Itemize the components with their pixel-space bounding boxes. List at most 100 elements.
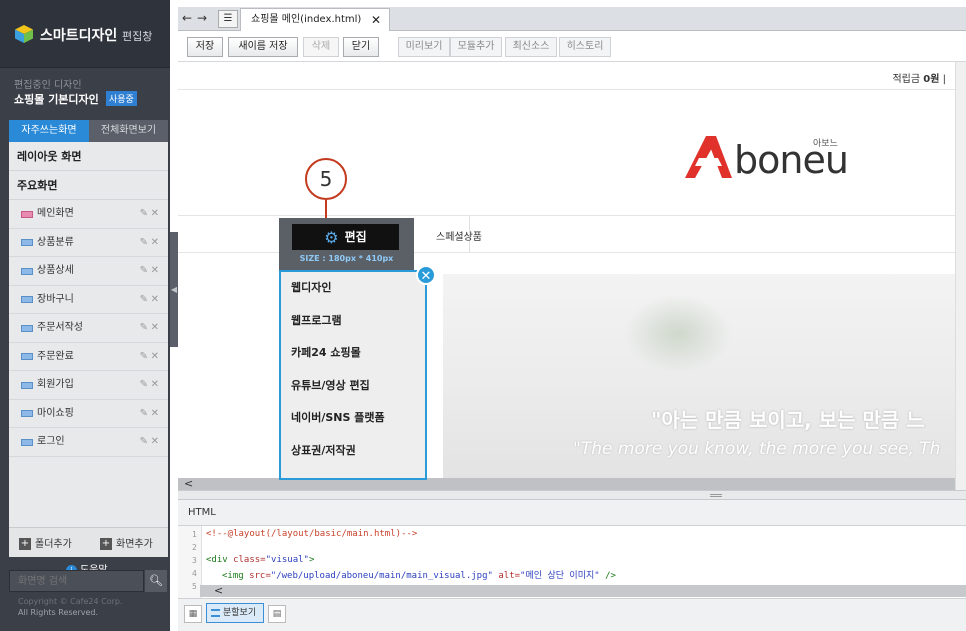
banner-quote-english: "The more you know, the more you see, Th bbox=[573, 439, 941, 459]
delete-icon[interactable]: ✕ bbox=[151, 314, 159, 342]
delete-icon[interactable]: ✕ bbox=[151, 400, 159, 428]
line-number: 2 bbox=[192, 543, 197, 552]
tab-all-pages[interactable]: 전체화면보기 bbox=[89, 120, 168, 142]
page-list: 레이아웃 화면 주요화면 메인화면 ✎ ✕ 상품분류 ✎ ✕ 상품상세 ✎ ✕ 장바구… bbox=[9, 142, 168, 527]
add-page-label: 화면추가 bbox=[116, 539, 153, 550]
page-item[interactable]: 마이쇼핑 ✎ ✕ bbox=[9, 400, 168, 428]
in-use-badge: 사용중 bbox=[106, 91, 137, 106]
page-icon bbox=[21, 438, 33, 446]
code-panel-header: HTML bbox=[178, 500, 966, 526]
add-module-button[interactable]: 모듈추가 bbox=[450, 37, 502, 57]
line-number-gutter: 1 2 3 4 5 bbox=[178, 526, 202, 598]
panel-splitter[interactable] bbox=[178, 490, 966, 500]
page-item[interactable]: 주문서작성 ✎ ✕ bbox=[9, 314, 168, 343]
code-token: <img bbox=[222, 571, 250, 581]
delete-button[interactable]: 삭제 bbox=[303, 37, 339, 57]
close-icon[interactable]: ✕ bbox=[416, 265, 436, 285]
page-item-label: 메인화면 bbox=[37, 208, 74, 219]
search-icon[interactable]: 🔍︎ bbox=[145, 570, 167, 592]
main-visual-banner[interactable]: "아는 만큼 보이고, 보는 만큼 느 "The more you know, … bbox=[443, 274, 966, 490]
view-mode-bar: ▦ 분할보기 ▤ bbox=[178, 598, 966, 631]
split-view-label: 분할보기 bbox=[223, 608, 257, 618]
sidebar-collapse-handle[interactable]: ◀ bbox=[170, 232, 178, 347]
code-line: <!--@layout(/layout/basic/main.html)--> bbox=[206, 529, 418, 539]
design-name: 쇼핑몰 기본디자인 bbox=[14, 93, 99, 106]
page-item-label: 마이쇼핑 bbox=[37, 407, 74, 419]
save-as-button[interactable]: 새이름 저장 bbox=[228, 37, 298, 57]
section-main[interactable]: 주요화면 bbox=[9, 171, 168, 200]
pencil-icon[interactable]: ✎ bbox=[140, 343, 148, 371]
add-page-button[interactable]: + 화면추가 bbox=[100, 535, 153, 550]
brand-logo-icon[interactable] bbox=[682, 136, 732, 178]
delete-icon[interactable]: ✕ bbox=[151, 257, 159, 285]
history-button[interactable]: 히스토리 bbox=[559, 37, 611, 57]
delete-icon[interactable]: ✕ bbox=[151, 371, 159, 399]
pencil-icon[interactable]: ✎ bbox=[140, 229, 148, 257]
pencil-icon[interactable]: ✎ bbox=[140, 314, 148, 342]
section-layout[interactable]: 레이아웃 화면 bbox=[9, 142, 168, 171]
pencil-icon[interactable]: ✎ bbox=[140, 400, 148, 428]
page-search-input[interactable] bbox=[9, 570, 144, 592]
preview-vertical-scrollbar[interactable] bbox=[955, 62, 966, 490]
page-item[interactable]: 회원가입 ✎ ✕ bbox=[9, 371, 168, 400]
page-item-label: 회원가입 bbox=[37, 379, 74, 390]
copyright-line: Copyright © Cafe24 Corp. bbox=[18, 597, 123, 606]
arrow-left-icon[interactable]: ← bbox=[182, 11, 192, 25]
split-view-button[interactable]: 분할보기 bbox=[206, 603, 264, 623]
list-icon[interactable]: ☰ bbox=[218, 10, 238, 28]
category-menu-item[interactable]: 유튜브/영상 편집 bbox=[281, 370, 425, 403]
category-menu-item[interactable]: 웹디자인 bbox=[281, 272, 425, 305]
category-menu-item[interactable]: 상표권/저작권 bbox=[281, 435, 425, 468]
pencil-icon[interactable]: ✎ bbox=[140, 428, 148, 456]
copyright: Copyright © Cafe24 Corp. All Rights Rese… bbox=[18, 596, 123, 618]
delete-icon[interactable]: ✕ bbox=[151, 428, 159, 456]
gear-icon: ⚙ bbox=[324, 227, 339, 247]
delete-icon[interactable]: ✕ bbox=[151, 343, 159, 371]
cube-icon bbox=[15, 25, 33, 43]
points-label: 적립금 bbox=[892, 74, 921, 85]
pencil-icon[interactable]: ✎ bbox=[140, 286, 148, 314]
page-item[interactable]: 메인화면 ✎ ✕ bbox=[9, 200, 168, 229]
delete-icon[interactable]: ✕ bbox=[151, 229, 159, 257]
category-menu: 웹디자인 웹프로그램 카페24 쇼핑몰 유튜브/영상 편집 네이버/SNS 플랫… bbox=[279, 270, 427, 480]
plus-icon: + bbox=[19, 538, 31, 550]
code-token: "메인 상단 이미지" bbox=[520, 571, 600, 581]
arrow-right-icon[interactable]: → bbox=[197, 11, 207, 25]
grip-icon bbox=[710, 494, 722, 497]
preview-button[interactable]: 미리보기 bbox=[398, 37, 450, 57]
tab-frequent-pages[interactable]: 자주쓰는화면 bbox=[9, 120, 89, 142]
page-item[interactable]: 로그인 ✎ ✕ bbox=[9, 428, 168, 457]
save-button[interactable]: 저장 bbox=[187, 37, 223, 57]
document-tab[interactable]: 쇼핑몰 메인(index.html) ✕ bbox=[240, 8, 390, 31]
code-panel-title: HTML bbox=[188, 507, 216, 518]
pencil-icon[interactable]: ✎ bbox=[140, 371, 148, 399]
page-icon bbox=[21, 381, 33, 389]
delete-icon[interactable]: ✕ bbox=[151, 200, 159, 228]
category-menu-item[interactable]: 네이버/SNS 플랫폼 bbox=[281, 402, 425, 435]
scroll-left-icon[interactable]: < bbox=[214, 584, 223, 597]
close-button[interactable]: 닫기 bbox=[343, 37, 379, 57]
code-horizontal-scrollbar[interactable] bbox=[200, 585, 966, 597]
page-item[interactable]: 주문완료 ✎ ✕ bbox=[9, 343, 168, 371]
close-icon[interactable]: ✕ bbox=[371, 9, 381, 31]
category-menu-item[interactable]: 웹프로그램 bbox=[281, 305, 425, 338]
page-icon bbox=[21, 210, 33, 218]
page-item[interactable]: 상품분류 ✎ ✕ bbox=[9, 229, 168, 257]
category-menu-item[interactable]: 카페24 쇼핑몰 bbox=[281, 337, 425, 370]
add-folder-button[interactable]: + 폴더추가 bbox=[19, 535, 72, 550]
pencil-icon[interactable]: ✎ bbox=[140, 257, 148, 285]
nav-special-products[interactable]: 스페셜상품 bbox=[436, 228, 482, 243]
tab-bar: ← → ☰ 쇼핑몰 메인(index.html) ✕ bbox=[178, 7, 966, 31]
page-item[interactable]: 장바구니 ✎ ✕ bbox=[9, 286, 168, 314]
delete-icon[interactable]: ✕ bbox=[151, 286, 159, 314]
grid-view-icon[interactable]: ▦ bbox=[184, 605, 202, 623]
page-item[interactable]: 상품상세 ✎ ✕ bbox=[9, 257, 168, 286]
sidebar: 스마트디자인 편집창 편집중인 디자인 쇼핑몰 기본디자인 사용중 자주쓰는화면… bbox=[0, 0, 170, 631]
divider bbox=[178, 89, 966, 90]
scroll-left-icon[interactable]: < bbox=[184, 477, 193, 490]
edit-module-button[interactable]: ⚙ 편집 bbox=[292, 224, 399, 250]
latest-source-button[interactable]: 최신소스 bbox=[505, 37, 557, 57]
code-view-icon[interactable]: ▤ bbox=[268, 605, 286, 623]
app-title: 스마트디자인 bbox=[40, 28, 118, 44]
pencil-icon[interactable]: ✎ bbox=[140, 200, 148, 228]
